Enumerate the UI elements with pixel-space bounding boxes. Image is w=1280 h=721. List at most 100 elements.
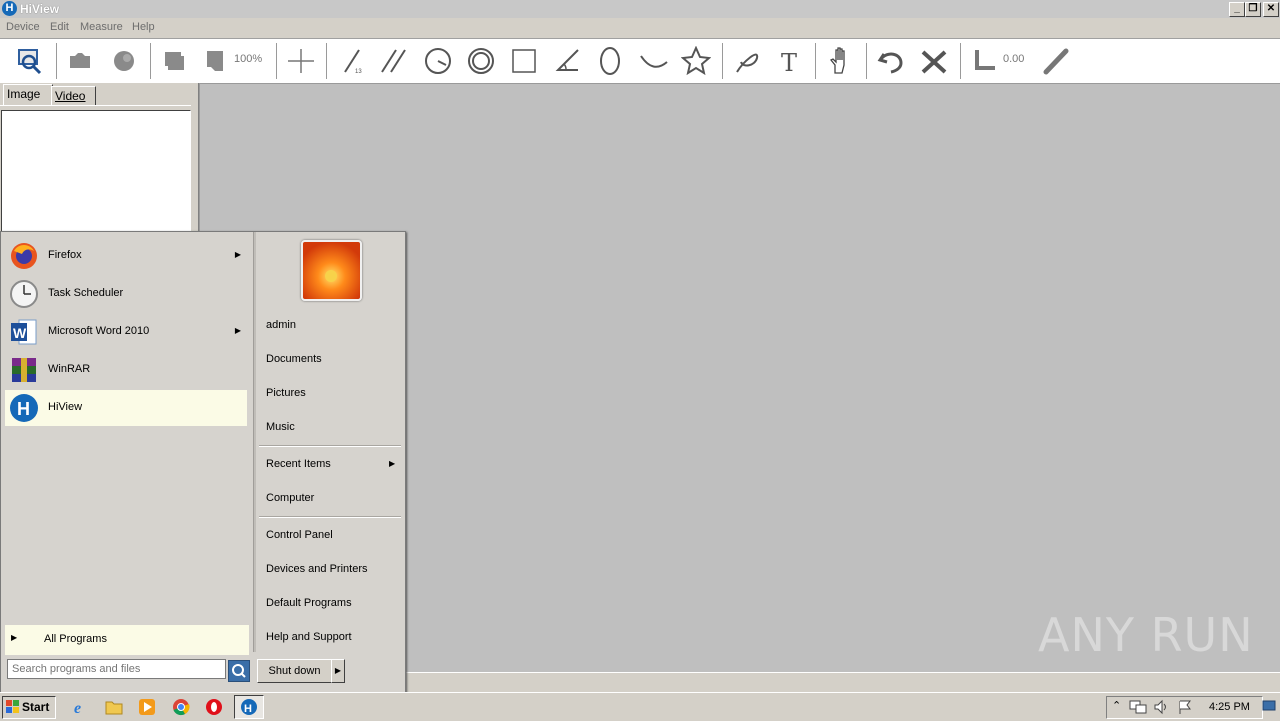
media-player-icon[interactable] <box>138 698 156 716</box>
crosshair-icon[interactable] <box>285 45 317 77</box>
all-programs-arrow-icon: ▶ <box>11 633 18 642</box>
start-item-firefox[interactable]: Firefox ▶ <box>5 238 247 274</box>
start-item-winrar[interactable]: WinRAR <box>5 352 247 388</box>
network-icon[interactable] <box>1129 699 1147 715</box>
start-right-separator <box>259 516 401 518</box>
taskbar: Start e H ⌃ 4:25 PM <box>0 692 1280 721</box>
zoom-fit-icon[interactable] <box>158 45 190 77</box>
svg-text:W: W <box>13 325 27 341</box>
all-programs-label: All Programs <box>44 633 107 645</box>
start-menu-divider <box>253 232 256 652</box>
delete-icon[interactable] <box>918 45 950 77</box>
shutdown-button[interactable]: Shut down <box>257 659 332 683</box>
window-title: HiView <box>20 2 60 16</box>
file-list[interactable] <box>1 110 191 236</box>
start-right-pictures[interactable]: Pictures <box>266 387 306 399</box>
ruler-angle-icon[interactable] <box>968 45 1000 77</box>
start-right-admin[interactable]: admin <box>266 319 296 331</box>
user-avatar[interactable] <box>301 240 362 301</box>
svg-text:e: e <box>74 700 81 716</box>
tray-expand-icon[interactable]: ⌃ <box>1112 699 1121 712</box>
svg-text:T: T <box>781 49 797 76</box>
submenu-arrow-icon: ▶ <box>234 326 241 335</box>
program-label: Microsoft Word 2010 <box>48 325 150 337</box>
windows-logo-icon <box>6 700 19 713</box>
capture-icon[interactable] <box>14 45 46 77</box>
winrar-icon <box>12 358 36 382</box>
program-label: Firefox <box>48 249 82 261</box>
record-icon[interactable] <box>108 45 140 77</box>
start-right-music[interactable]: Music <box>266 421 295 433</box>
internet-explorer-icon[interactable]: e <box>72 698 90 716</box>
program-label: WinRAR <box>48 363 91 375</box>
tab-divider <box>0 105 191 106</box>
taskbar-clock[interactable]: 4:25 PM <box>1209 701 1250 713</box>
angle-icon[interactable] <box>551 45 583 77</box>
program-label: Task Scheduler <box>48 287 124 299</box>
title-bar: H HiView _ ❐ ✕ <box>0 0 1280 19</box>
rectangle-icon[interactable] <box>508 45 540 77</box>
start-right-computer[interactable]: Computer <box>266 492 314 504</box>
start-button[interactable]: Start <box>2 696 56 719</box>
menu-device[interactable]: Device <box>6 21 40 33</box>
start-right-documents[interactable]: Documents <box>266 353 322 365</box>
menu-measure[interactable]: Measure <box>80 21 123 33</box>
line-measure-icon[interactable]: 13 <box>336 45 368 77</box>
start-item-hiview[interactable]: H HiView <box>5 390 247 426</box>
start-right-devices-printers[interactable]: Devices and Printers <box>266 563 368 575</box>
ellipse-icon[interactable] <box>594 45 626 77</box>
restore-button[interactable]: ❐ <box>1245 2 1261 17</box>
circle-radius-icon[interactable] <box>422 45 454 77</box>
undo-icon[interactable] <box>875 45 907 77</box>
all-programs-button[interactable]: ▶ All Programs <box>5 625 249 655</box>
explorer-folder-icon[interactable] <box>105 698 123 716</box>
search-icon[interactable] <box>228 660 250 682</box>
left-panel: Image Video <box>0 83 193 236</box>
hiview-icon: H <box>10 394 38 422</box>
camera-icon[interactable] <box>64 45 96 77</box>
start-right-default-programs[interactable]: Default Programs <box>266 597 352 609</box>
svg-text:13: 13 <box>355 69 362 75</box>
opera-icon[interactable] <box>205 698 223 716</box>
start-item-word[interactable]: W Microsoft Word 2010 ▶ <box>5 314 247 350</box>
menu-edit[interactable]: Edit <box>50 21 69 33</box>
shutdown-options-icon[interactable]: ▶ <box>331 659 345 683</box>
start-right-control-panel[interactable]: Control Panel <box>266 529 333 541</box>
recent-items-arrow-icon: ▶ <box>389 459 396 468</box>
svg-text:H: H <box>244 703 252 715</box>
text-tool-icon[interactable]: T <box>774 45 806 77</box>
close-button[interactable]: ✕ <box>1263 2 1279 17</box>
concentric-circle-icon[interactable] <box>465 45 497 77</box>
action-center-flag-icon[interactable] <box>1177 699 1193 715</box>
hand-pan-icon[interactable] <box>824 45 856 77</box>
show-desktop-icon[interactable] <box>1262 698 1276 714</box>
start-label: Start <box>22 700 50 714</box>
zoom-100-icon[interactable] <box>200 45 232 77</box>
start-right-help-support[interactable]: Help and Support <box>266 631 352 643</box>
svg-text:H: H <box>17 399 30 419</box>
hiview-app-icon[interactable]: H <box>2 1 17 16</box>
polygon-star-icon[interactable] <box>680 45 712 77</box>
pen-icon[interactable] <box>1040 45 1072 77</box>
firefox-icon <box>11 243 37 269</box>
tab-video[interactable]: Video <box>51 86 96 106</box>
start-item-task-scheduler[interactable]: Task Scheduler <box>5 276 247 312</box>
angle-value: 0.00 <box>1003 53 1025 65</box>
start-right-recent-items[interactable]: Recent Items <box>266 458 331 470</box>
parallel-lines-icon[interactable] <box>378 45 410 77</box>
arc-icon[interactable] <box>637 45 669 77</box>
taskbar-hiview-button[interactable]: H <box>234 695 264 719</box>
minimize-button[interactable]: _ <box>1229 2 1245 17</box>
submenu-arrow-icon: ▶ <box>234 250 241 259</box>
menu-help[interactable]: Help <box>132 21 155 33</box>
freehand-icon[interactable] <box>732 45 764 77</box>
toolbar: 100% 13 T 0.00 <box>0 38 1280 84</box>
menu-bar: Device Edit Measure Help <box>0 18 1280 38</box>
tab-image[interactable]: Image <box>3 84 53 106</box>
start-search-input[interactable] <box>7 659 226 679</box>
chrome-icon[interactable] <box>172 698 190 716</box>
volume-icon[interactable] <box>1153 699 1169 715</box>
start-right-separator <box>259 445 401 447</box>
anyrun-watermark: ANY RUN <box>1038 608 1254 662</box>
program-label: HiView <box>48 401 83 413</box>
